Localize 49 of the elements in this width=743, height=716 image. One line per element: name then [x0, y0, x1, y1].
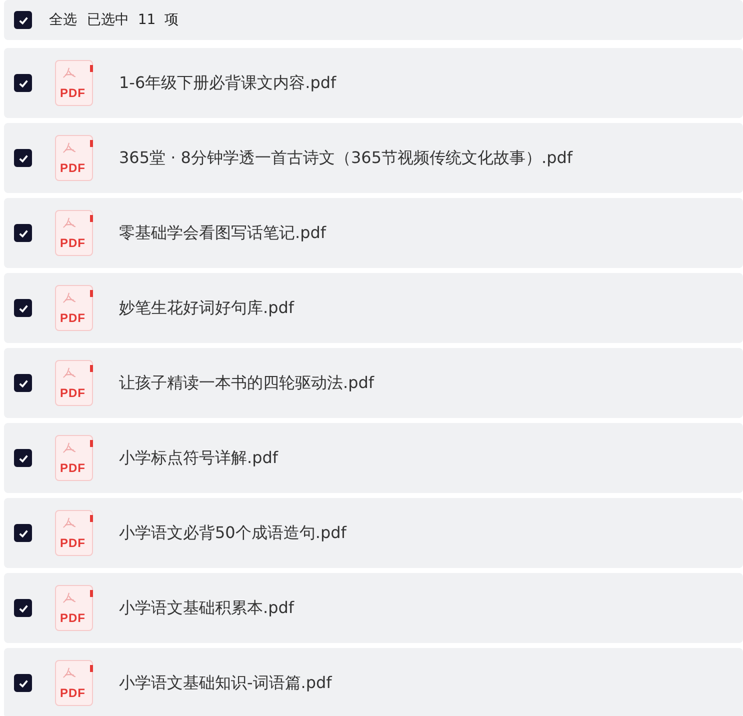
checkmark-icon	[18, 602, 28, 614]
selection-count: 已选中 11 项	[87, 11, 179, 29]
file-row[interactable]: PDF 零基础学会看图写话笔记.pdf	[4, 198, 743, 268]
checkmark-icon	[18, 378, 28, 388]
file-checkbox[interactable]	[14, 374, 32, 392]
file-name: 365堂 · 8分钟学透一首古诗文（365节视频传统文化故事）.pdf	[119, 148, 573, 168]
file-row[interactable]: PDF 小学标点符号详解.pdf	[4, 423, 743, 493]
pdf-file-icon: PDF	[55, 360, 93, 406]
checkmark-icon	[18, 452, 28, 464]
pdf-file-icon: PDF	[55, 435, 93, 481]
file-checkbox[interactable]	[14, 149, 32, 167]
file-name: 小学标点符号详解.pdf	[119, 448, 278, 468]
file-name: 小学语文必背50个成语造句.pdf	[119, 522, 346, 544]
select-all-label[interactable]: 全选	[49, 11, 77, 29]
file-row[interactable]: PDF 妙笔生花好词好句库.pdf	[4, 273, 743, 343]
pdf-file-icon: PDF	[55, 660, 93, 706]
checkmark-icon	[18, 14, 28, 26]
file-name: 小学语文基础积累本.pdf	[119, 598, 294, 618]
file-checkbox[interactable]	[14, 524, 32, 542]
checkmark-icon	[18, 678, 28, 688]
file-checkbox[interactable]	[14, 599, 32, 617]
file-checkbox[interactable]	[14, 449, 32, 467]
checkmark-icon	[18, 302, 28, 314]
pdf-file-icon: PDF	[55, 135, 93, 181]
pdf-file-icon: PDF	[55, 510, 93, 556]
file-name: 零基础学会看图写话笔记.pdf	[119, 222, 326, 244]
file-name: 让孩子精读一本书的四轮驱动法.pdf	[119, 372, 374, 394]
file-checkbox[interactable]	[14, 224, 32, 242]
file-row[interactable]: PDF 365堂 · 8分钟学透一首古诗文（365节视频传统文化故事）.pdf	[4, 123, 743, 193]
file-name: 1-6年级下册必背课文内容.pdf	[119, 72, 336, 94]
file-row[interactable]: PDF 1-6年级下册必背课文内容.pdf	[4, 48, 743, 118]
checkmark-icon	[18, 152, 28, 164]
pdf-file-icon: PDF	[55, 585, 93, 631]
file-row[interactable]: PDF 小学语文必背50个成语造句.pdf	[4, 498, 743, 568]
file-row[interactable]: PDF 小学语文基础积累本.pdf	[4, 573, 743, 643]
checkmark-icon	[18, 78, 28, 88]
select-all-checkbox[interactable]	[14, 11, 32, 29]
file-row[interactable]: PDF 小学语文基础知识-词语篇.pdf	[4, 648, 743, 716]
file-checkbox[interactable]	[14, 674, 32, 692]
file-name: 小学语文基础知识-词语篇.pdf	[119, 672, 332, 694]
file-checkbox[interactable]	[14, 74, 32, 92]
pdf-file-icon: PDF	[55, 60, 93, 106]
file-checkbox[interactable]	[14, 299, 32, 317]
checkmark-icon	[18, 228, 28, 238]
pdf-file-icon: PDF	[55, 210, 93, 256]
file-row[interactable]: PDF 让孩子精读一本书的四轮驱动法.pdf	[4, 348, 743, 418]
file-name: 妙笔生花好词好句库.pdf	[119, 298, 294, 318]
checkmark-icon	[18, 528, 28, 538]
pdf-file-icon: PDF	[55, 285, 93, 331]
